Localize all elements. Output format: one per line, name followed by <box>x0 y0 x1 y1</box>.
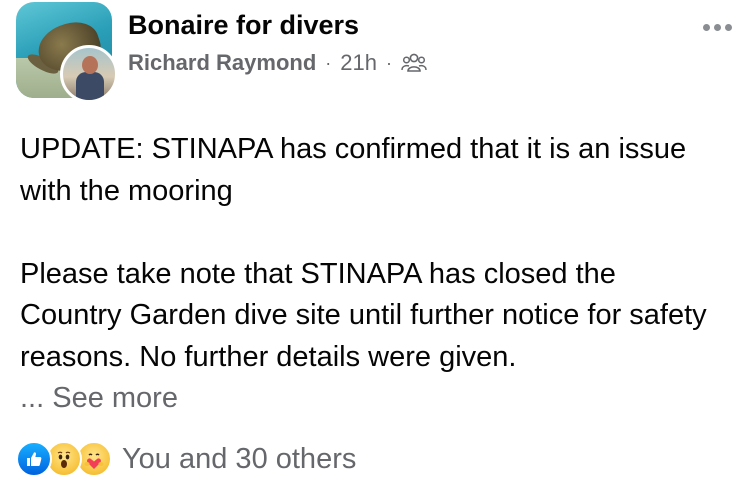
post-paragraph: Please take note that STINAPA has closed… <box>20 257 707 373</box>
group-name-link[interactable]: Bonaire for divers <box>128 10 359 41</box>
meta-separator: · <box>325 52 332 73</box>
members-icon <box>401 52 427 74</box>
reactions-count-text[interactable]: You and 30 others <box>122 443 356 476</box>
author-avatar-body <box>76 72 104 100</box>
like-icon <box>16 441 52 477</box>
post-paragraph: UPDATE: STINAPA has confirmed that it is… <box>20 133 687 207</box>
author-name-link[interactable]: Richard Raymond <box>128 50 316 76</box>
meta-separator: · <box>385 52 392 73</box>
post-text: UPDATE: STINAPA has confirmed that it is… <box>20 129 720 420</box>
more-options-icon <box>725 24 732 31</box>
more-options-button[interactable] <box>703 24 732 31</box>
author-avatar-head <box>82 56 98 74</box>
reaction-icons <box>16 441 112 477</box>
more-options-icon <box>703 24 710 31</box>
see-more-link[interactable]: ... See more <box>20 382 178 414</box>
post-timestamp[interactable]: 21h <box>340 50 377 76</box>
more-options-icon <box>714 24 721 31</box>
reactions-summary[interactable]: You and 30 others <box>16 441 356 477</box>
author-avatar[interactable] <box>60 45 118 103</box>
post-meta: Richard Raymond · 21h · <box>128 50 427 76</box>
post-card: Bonaire for divers Richard Raymond · 21h… <box>0 0 750 487</box>
